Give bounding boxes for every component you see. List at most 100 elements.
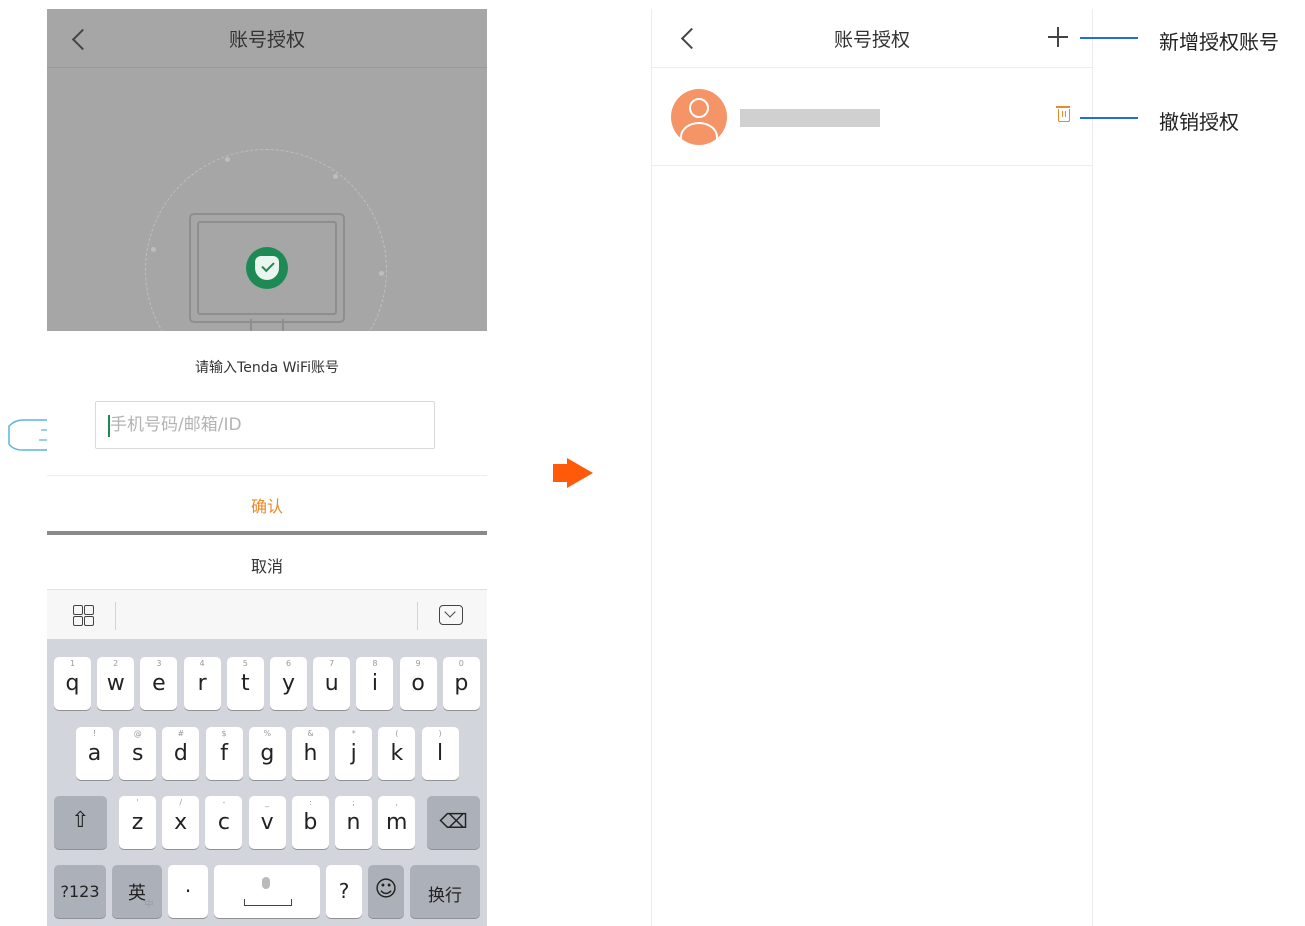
key-hint: 4 bbox=[199, 659, 205, 668]
emoji-key[interactable]: ☺ bbox=[368, 865, 404, 918]
key-j[interactable]: * j bbox=[335, 727, 373, 780]
key-d[interactable]: # d bbox=[162, 727, 200, 780]
key-label: g bbox=[260, 741, 275, 766]
key-i[interactable]: 8i bbox=[356, 657, 394, 710]
key-l[interactable]: ) l bbox=[421, 727, 459, 780]
callout-line-add bbox=[1080, 37, 1138, 39]
key-v[interactable]: _ v bbox=[248, 796, 286, 849]
key-hint: # bbox=[177, 729, 185, 738]
space-key[interactable] bbox=[214, 865, 320, 918]
confirm-button[interactable]: 确认 bbox=[47, 475, 487, 532]
key-g[interactable]: % g bbox=[248, 727, 286, 780]
right-navbar: 账号授权 bbox=[652, 9, 1092, 68]
language-key[interactable]: 英中 bbox=[112, 865, 162, 918]
right-phone-screen: 账号授权 bbox=[651, 9, 1093, 926]
key-f[interactable]: $ f bbox=[205, 727, 243, 780]
account-input-dialog: 请输入Tenda WiFi账号 确认 取消 bbox=[47, 331, 487, 589]
dimmed-background: 账号授权 bbox=[47, 9, 487, 391]
key-label: v bbox=[260, 810, 274, 835]
key-label: w bbox=[106, 671, 125, 696]
key-label: y bbox=[281, 671, 296, 696]
key-label: ⌫ bbox=[439, 809, 468, 833]
key-k[interactable]: (k bbox=[378, 727, 416, 780]
key-label: z bbox=[131, 810, 144, 835]
key-hint: ) bbox=[438, 729, 442, 738]
key-label: · bbox=[184, 879, 192, 903]
key-r[interactable]: 4r bbox=[183, 657, 221, 710]
divider bbox=[47, 531, 487, 535]
arrow-right-icon-head bbox=[567, 458, 593, 488]
question-key[interactable]: ? bbox=[326, 865, 362, 918]
key-label: l bbox=[437, 741, 444, 766]
key-hint: 6 bbox=[285, 659, 292, 668]
key-p[interactable]: 0p bbox=[442, 657, 480, 710]
key-hint: $ bbox=[221, 729, 227, 738]
key-label: e bbox=[152, 671, 166, 696]
key-s[interactable]: @ s bbox=[119, 727, 157, 780]
key-hint: ' bbox=[136, 798, 139, 807]
illustration-dot bbox=[151, 247, 156, 252]
key-label: p bbox=[454, 671, 469, 696]
page-title: 账号授权 bbox=[833, 29, 910, 51]
numbers-key[interactable]: ?123 bbox=[54, 865, 106, 918]
key-label: t bbox=[240, 671, 250, 696]
language-sub-label: 中 bbox=[144, 900, 154, 910]
grid-icon[interactable] bbox=[73, 605, 95, 627]
key-o[interactable]: 9o bbox=[399, 657, 437, 710]
key-b[interactable]: :b bbox=[291, 796, 329, 849]
key-c[interactable]: -c bbox=[205, 796, 243, 849]
key-label: r bbox=[197, 671, 207, 696]
key-hint: 1 bbox=[69, 659, 76, 668]
key-w[interactable]: 2w bbox=[97, 657, 135, 710]
confirm-label: 确认 bbox=[250, 497, 283, 516]
key-t[interactable]: 5t bbox=[226, 657, 264, 710]
key-hint: ; bbox=[352, 798, 355, 807]
enter-key[interactable]: 换行 bbox=[410, 865, 480, 918]
shield-body bbox=[255, 256, 279, 280]
key-x[interactable]: / x bbox=[162, 796, 200, 849]
cancel-button[interactable]: 取消 bbox=[47, 553, 487, 577]
key-hint: % bbox=[263, 729, 272, 738]
key-label: ⇧ bbox=[71, 808, 90, 833]
arrow-right-icon bbox=[553, 464, 567, 482]
key-hint: @ bbox=[133, 729, 142, 738]
key-label: b bbox=[303, 810, 318, 835]
key-label: m bbox=[385, 810, 408, 835]
delete-key[interactable]: ⌫ bbox=[427, 796, 480, 849]
key-hint: _ bbox=[265, 798, 270, 807]
shift-key[interactable]: ⇧ bbox=[54, 796, 107, 849]
key-hint: 3 bbox=[156, 659, 162, 668]
key-e[interactable]: 3e bbox=[140, 657, 178, 710]
key-y[interactable]: 6y bbox=[270, 657, 307, 710]
key-n[interactable]: ; n bbox=[335, 796, 372, 849]
key-hint: ( bbox=[395, 729, 399, 738]
dot-key[interactable]: · bbox=[168, 865, 208, 918]
page-title: 账号授权 bbox=[228, 29, 305, 51]
key-hint: * bbox=[351, 729, 356, 738]
keyboard-collapse-icon[interactable] bbox=[439, 605, 463, 625]
key-label: h bbox=[303, 741, 318, 766]
key-a[interactable]: ! a bbox=[76, 727, 113, 780]
avatar-head bbox=[689, 98, 709, 118]
key-hint: 9 bbox=[415, 659, 421, 668]
check-icon bbox=[261, 258, 275, 273]
account-input[interactable] bbox=[95, 401, 435, 449]
key-u[interactable]: 7u bbox=[313, 657, 351, 710]
illustration-dot bbox=[379, 271, 384, 276]
key-q[interactable]: 1q bbox=[54, 657, 91, 710]
key-label: f bbox=[220, 741, 228, 766]
key-label: i bbox=[371, 671, 378, 696]
avatar bbox=[671, 89, 727, 145]
callout-line-revoke bbox=[1080, 117, 1138, 119]
key-hint: 2 bbox=[113, 659, 119, 668]
key-hint: 8 bbox=[372, 659, 378, 668]
space-icon bbox=[244, 899, 292, 906]
text-caret bbox=[108, 415, 110, 437]
key-label: u bbox=[324, 671, 339, 696]
key-h[interactable]: & h bbox=[292, 727, 329, 780]
key-label: x bbox=[174, 810, 188, 835]
trash-icon[interactable] bbox=[1056, 106, 1070, 122]
add-account-icon[interactable] bbox=[1048, 27, 1068, 47]
key-m[interactable]: ,m bbox=[378, 796, 416, 849]
key-z[interactable]: ' z bbox=[119, 796, 156, 849]
